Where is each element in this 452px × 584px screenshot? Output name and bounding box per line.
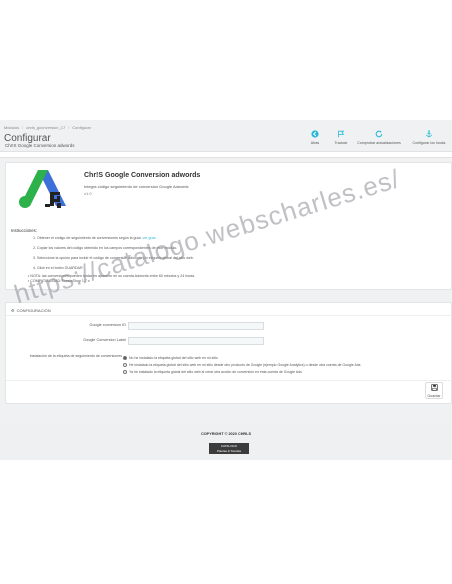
flag-icon — [337, 130, 345, 138]
catalogo-badge[interactable]: CATALOGO Plantas & Tiendas — [209, 443, 249, 454]
page-subtitle: Chr!S Google Conversion adwords — [5, 143, 75, 148]
conversion-id-row: Google conversion ID — [6, 322, 452, 330]
radio-button-checked[interactable] — [123, 355, 127, 360]
conversion-label-input[interactable] — [128, 337, 264, 345]
configure-hooks-button[interactable]: Configurar los hooks — [406, 130, 452, 145]
configuration-panel: ⚙ CONFIGURACIÓN Google conversion ID Goo… — [5, 302, 452, 404]
conversion-label-label: Google Conversion Label — [83, 338, 126, 342]
back-button[interactable]: Atrás — [304, 130, 326, 145]
radio-option-text: No he instalado la etiqueta global del s… — [129, 355, 218, 360]
header-divider — [0, 151, 452, 158]
radio-option-already-installed[interactable]: Ya he instalado la etiqueta global del s… — [123, 368, 361, 375]
breadcrumb-item-current: Configurar — [72, 125, 91, 130]
breadcrumb-separator: / — [22, 125, 24, 130]
check-updates-button[interactable]: Comprobar actualizaciones — [356, 130, 402, 145]
panel-footer-divider — [6, 380, 452, 381]
floppy-disk-icon — [430, 383, 438, 393]
refresh-icon — [375, 130, 383, 138]
conversion-id-input[interactable] — [128, 322, 264, 330]
module-version: v1.0 — [84, 191, 92, 196]
back-icon — [311, 130, 319, 138]
breadcrumb-item-module[interactable]: chrls_gconversion_17 — [26, 125, 65, 130]
tag-installation-options: No he instalado la etiqueta global del s… — [123, 354, 361, 375]
radio-button[interactable] — [123, 362, 127, 367]
save-button[interactable]: Guardar — [425, 382, 443, 399]
module-name: Chr!S Google Conversion adwords — [84, 172, 201, 179]
heading-divider — [6, 315, 452, 316]
tag-installation-label: Instalación de la etiqueta de seguimient… — [29, 354, 122, 358]
radio-option-text: Ya he instalado la etiqueta global del s… — [129, 369, 302, 374]
instructions-title: Instrucciones: — [11, 228, 37, 233]
gears-icon: ⚙ — [11, 308, 15, 313]
radio-button[interactable] — [123, 369, 127, 374]
breadcrumb: Módulos / chrls_gconversion_17 / Configu… — [4, 125, 91, 130]
save-label: Guardar — [427, 393, 441, 398]
conversion-id-label: Google conversion ID — [89, 323, 126, 327]
module-logo — [16, 168, 71, 213]
module-description: Integra código seguimiento de conversión… — [84, 184, 189, 189]
footer — [0, 424, 452, 460]
radio-option-not-installed[interactable]: No he instalado la etiqueta global del s… — [123, 354, 361, 361]
copyright-text: COPYRIGHT © 2020 CHRLS — [200, 432, 252, 436]
breadcrumb-item-modules[interactable]: Módulos — [4, 125, 19, 130]
translate-label: Traducir — [334, 141, 348, 145]
configuration-heading: ⚙ CONFIGURACIÓN — [11, 308, 51, 313]
translate-button[interactable]: Traducir — [330, 130, 352, 145]
toolbar: Atrás Traducir Comprobar actualizaciones… — [304, 130, 452, 145]
radio-option-other-product[interactable]: He instalado la etiqueta global del siti… — [123, 361, 361, 368]
radio-option-text: He instalado la etiqueta global del siti… — [129, 362, 361, 367]
breadcrumb-separator: / — [68, 125, 70, 130]
back-label: Atrás — [310, 141, 320, 145]
check-updates-label: Comprobar actualizaciones — [357, 141, 401, 145]
conversion-label-row: Google Conversion Label — [6, 337, 452, 345]
badge-line-2: Plantas & Tiendas — [216, 448, 242, 453]
configure-hooks-label: Configurar los hooks — [412, 141, 446, 145]
anchor-icon — [425, 130, 433, 138]
